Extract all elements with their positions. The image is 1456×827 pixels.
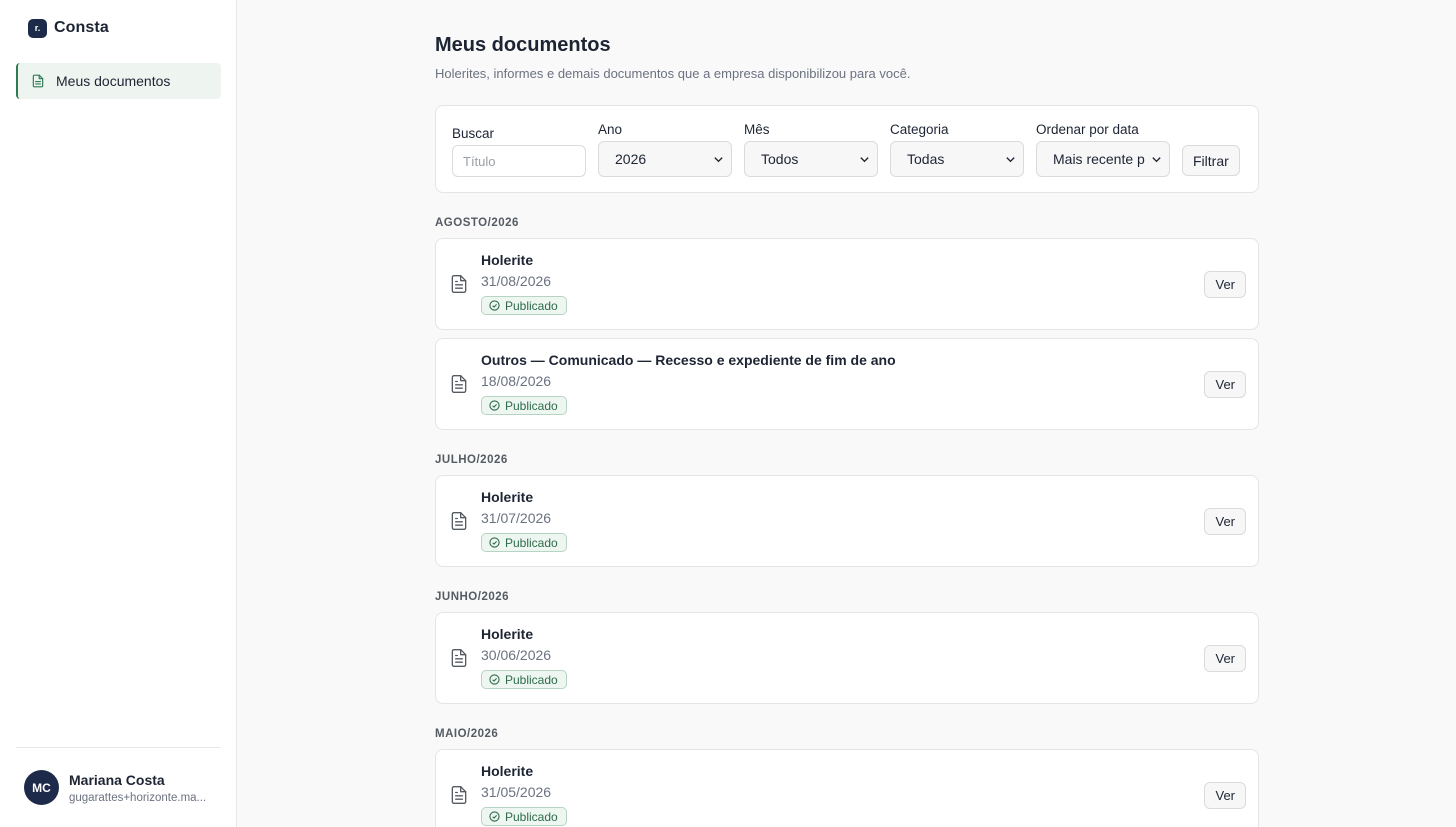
brand-name: Consta bbox=[54, 19, 109, 36]
view-button[interactable]: Ver bbox=[1204, 781, 1246, 809]
file-icon bbox=[449, 648, 469, 668]
view-button[interactable]: Ver bbox=[1204, 507, 1246, 535]
search-group: Buscar bbox=[452, 126, 586, 177]
document-date: 31/08/2026 bbox=[481, 273, 552, 289]
document-date: 31/05/2026 bbox=[481, 784, 552, 800]
filter-button[interactable]: Filtrar bbox=[1182, 145, 1240, 176]
file-icon bbox=[449, 274, 469, 294]
chevron-down-icon bbox=[1152, 156, 1161, 162]
chevron-down-icon bbox=[1006, 156, 1015, 162]
document-card: Outros — Comunicado — Recesso e expedien… bbox=[435, 338, 1259, 430]
month-group: AGOSTO/2026 Holerite 31/08/2026 Publicad… bbox=[435, 217, 1456, 430]
document-title: Holerite bbox=[481, 626, 534, 642]
year-select[interactable]: 2026 bbox=[598, 141, 732, 177]
order-group: Ordenar por data Mais recente p bbox=[1036, 122, 1170, 177]
status-text: Publicado bbox=[505, 398, 558, 413]
document-card: Holerite 31/05/2026 Publicado Ver bbox=[435, 749, 1259, 827]
month-label: Mês bbox=[744, 122, 770, 137]
file-icon bbox=[449, 511, 469, 531]
user-name: Mariana Costa bbox=[69, 771, 165, 788]
month-group: MAIO/2026 Holerite 31/05/2026 Publicado … bbox=[435, 728, 1456, 827]
chevron-down-icon bbox=[860, 156, 869, 162]
document-info: Holerite 30/06/2026 Publicado bbox=[481, 626, 1204, 690]
order-value: Mais recente p bbox=[1053, 151, 1145, 167]
page-subtitle: Holerites, informes e demais documentos … bbox=[435, 66, 911, 81]
status-text: Publicado bbox=[505, 298, 558, 313]
search-input[interactable] bbox=[452, 145, 586, 177]
year-label: Ano bbox=[598, 122, 623, 137]
status-text: Publicado bbox=[505, 672, 558, 687]
document-info: Holerite 31/07/2026 Publicado bbox=[481, 489, 1204, 553]
document-title: Outros — Comunicado — Recesso e expedien… bbox=[481, 352, 896, 368]
chevron-down-icon bbox=[714, 156, 723, 162]
month-select[interactable]: Todos bbox=[744, 141, 878, 177]
category-select[interactable]: Todas bbox=[890, 141, 1024, 177]
month-group: JUNHO/2026 Holerite 30/06/2026 Publicado… bbox=[435, 591, 1456, 704]
check-circle-icon bbox=[489, 537, 500, 548]
status-badge: Publicado bbox=[481, 807, 567, 826]
year-group: Ano 2026 bbox=[598, 122, 732, 177]
category-value: Todas bbox=[907, 151, 945, 167]
document-info: Holerite 31/08/2026 Publicado bbox=[481, 252, 1204, 316]
document-info: Holerite 31/05/2026 Publicado bbox=[481, 763, 1204, 827]
view-button[interactable]: Ver bbox=[1204, 270, 1246, 298]
month-group: JULHO/2026 Holerite 31/07/2026 Publicado… bbox=[435, 454, 1456, 567]
view-button[interactable]: Ver bbox=[1204, 644, 1246, 672]
check-circle-icon bbox=[489, 400, 500, 411]
user-profile[interactable]: MC Mariana Costa gugarattes+horizonte.ma… bbox=[16, 747, 220, 827]
main-content: Meus documentos Holerites, informes e de… bbox=[237, 0, 1456, 827]
file-icon bbox=[449, 374, 469, 394]
search-label: Buscar bbox=[452, 126, 495, 141]
status-badge: Publicado bbox=[481, 396, 567, 415]
filter-bar: Buscar Ano 2026 Mês Todos Categoria bbox=[435, 105, 1259, 193]
document-title: Holerite bbox=[481, 252, 534, 268]
sidebar-item-meus-documentos[interactable]: Meus documentos bbox=[16, 63, 221, 99]
sidebar-item-label: Meus documentos bbox=[56, 73, 171, 89]
user-email: gugarattes+horizonte.ma... bbox=[69, 791, 207, 804]
order-label: Ordenar por data bbox=[1036, 122, 1139, 137]
document-info: Outros — Comunicado — Recesso e expedien… bbox=[481, 352, 1204, 416]
month-heading: JULHO/2026 bbox=[435, 454, 508, 466]
document-date: 30/06/2026 bbox=[481, 647, 552, 663]
document-card: Holerite 31/08/2026 Publicado Ver bbox=[435, 238, 1259, 330]
page-title: Meus documentos bbox=[435, 34, 611, 56]
document-groups: AGOSTO/2026 Holerite 31/08/2026 Publicad… bbox=[435, 217, 1456, 827]
category-group: Categoria Todas bbox=[890, 122, 1024, 177]
month-value: Todos bbox=[761, 151, 799, 167]
order-select[interactable]: Mais recente p bbox=[1036, 141, 1170, 177]
check-circle-icon bbox=[489, 811, 500, 822]
document-title: Holerite bbox=[481, 763, 534, 779]
file-icon bbox=[449, 785, 469, 805]
status-badge: Publicado bbox=[481, 296, 567, 315]
document-icon bbox=[31, 74, 45, 88]
document-card: Holerite 31/07/2026 Publicado Ver bbox=[435, 475, 1259, 567]
document-date: 18/08/2026 bbox=[481, 373, 552, 389]
status-badge: Publicado bbox=[481, 670, 567, 689]
document-card: Holerite 30/06/2026 Publicado Ver bbox=[435, 612, 1259, 704]
check-circle-icon bbox=[489, 674, 500, 685]
document-date: 31/07/2026 bbox=[481, 510, 552, 526]
month-group: Mês Todos bbox=[744, 122, 878, 177]
brand[interactable]: r. Consta bbox=[16, 0, 220, 56]
brand-logo-icon: r. bbox=[28, 18, 47, 38]
avatar: MC bbox=[24, 770, 59, 805]
sidebar: r. Consta Meus documentos MC Mariana Cos… bbox=[0, 0, 237, 827]
app-root: r. Consta Meus documentos MC Mariana Cos… bbox=[0, 0, 1456, 827]
document-title: Holerite bbox=[481, 489, 534, 505]
month-heading: AGOSTO/2026 bbox=[435, 217, 519, 229]
year-value: 2026 bbox=[615, 151, 647, 167]
status-badge: Publicado bbox=[481, 533, 567, 552]
category-label: Categoria bbox=[890, 122, 949, 137]
check-circle-icon bbox=[489, 300, 500, 311]
month-heading: MAIO/2026 bbox=[435, 728, 499, 740]
status-text: Publicado bbox=[505, 809, 558, 824]
view-button[interactable]: Ver bbox=[1204, 370, 1246, 398]
status-text: Publicado bbox=[505, 535, 558, 550]
month-heading: JUNHO/2026 bbox=[435, 591, 510, 603]
